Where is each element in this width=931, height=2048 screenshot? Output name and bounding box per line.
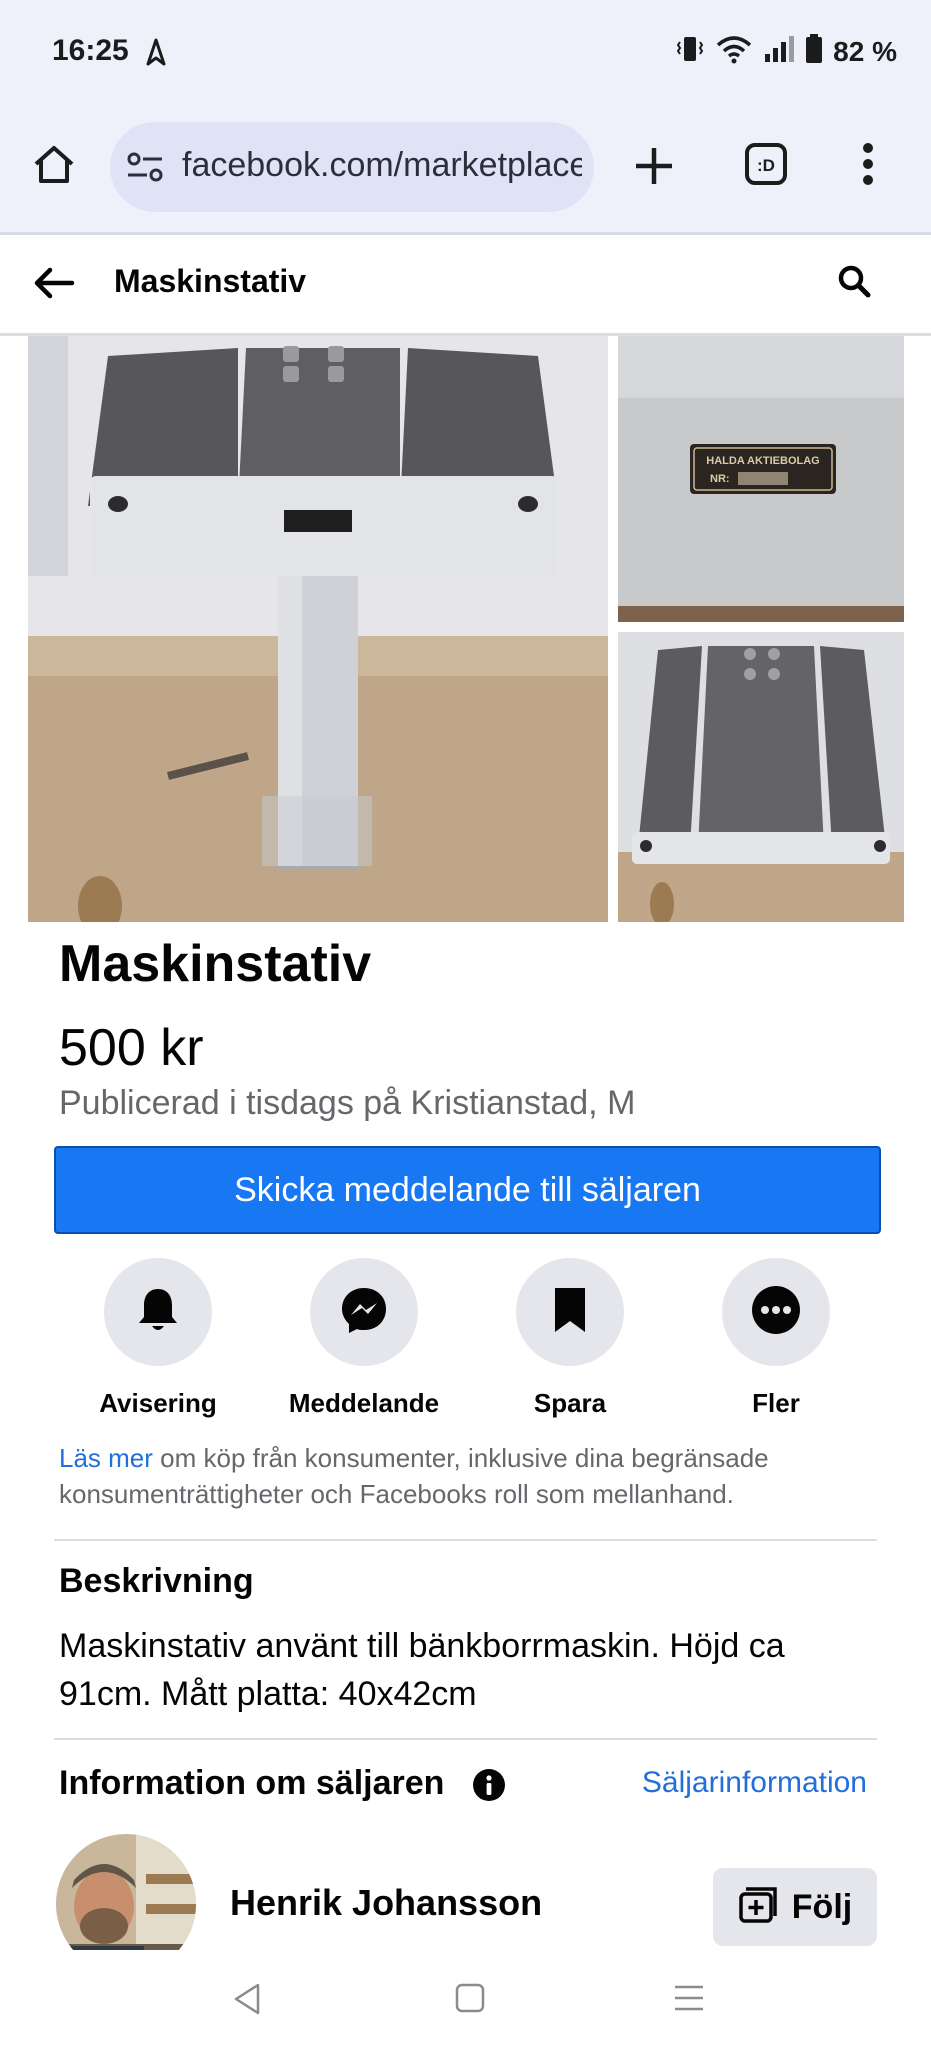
more-menu-icon[interactable] xyxy=(862,142,874,191)
table-top-photo[interactable] xyxy=(618,632,904,922)
system-navigation-bar xyxy=(0,1950,931,2048)
battery-icon xyxy=(805,34,823,69)
status-bar: 16:25 82 % xyxy=(0,0,931,104)
svg-text::D: :D xyxy=(757,156,775,175)
more-icon xyxy=(750,1284,802,1341)
vibrate-icon xyxy=(675,34,705,69)
browser-toolbar: facebook.com/marketplace :D xyxy=(0,104,931,235)
info-icon[interactable] xyxy=(472,1768,506,1807)
seller-info-link[interactable]: Säljarinformation xyxy=(642,1766,867,1800)
bell-icon xyxy=(134,1285,182,1340)
status-icons: 82 % xyxy=(675,34,897,69)
description-heading: Beskrivning xyxy=(59,1562,254,1600)
nav-home-icon[interactable] xyxy=(454,1982,486,2019)
seller-info-heading: Information om säljaren xyxy=(59,1764,445,1802)
more-action-circle[interactable] xyxy=(722,1258,830,1366)
home-icon[interactable] xyxy=(32,142,76,191)
description-text: Maskinstativ använt till bänkborrmaskin.… xyxy=(59,1627,785,1713)
save-action[interactable]: Spara xyxy=(470,1258,670,1419)
follow-icon xyxy=(738,1886,778,1929)
save-action-label: Spara xyxy=(533,1388,607,1418)
message-action-label: Meddelande xyxy=(288,1388,440,1418)
notify-action-label: Avisering xyxy=(99,1388,217,1418)
status-time: 16:25 xyxy=(52,34,129,67)
tab-switcher-icon[interactable]: :D xyxy=(744,142,788,191)
consumer-rights-text: om köp från konsumenter, inklusive dina … xyxy=(59,1443,769,1509)
messenger-icon xyxy=(338,1284,390,1341)
message-action[interactable]: Meddelande xyxy=(264,1258,464,1419)
wifi-icon xyxy=(715,34,753,69)
follow-button[interactable]: Följ xyxy=(713,1868,877,1946)
signal-icon xyxy=(763,34,795,69)
marketplace-header: Maskinstativ xyxy=(0,235,931,336)
battery-percentage: 82 % xyxy=(833,35,897,67)
header-title: Maskinstativ xyxy=(114,263,307,299)
site-settings-icon[interactable] xyxy=(126,150,164,189)
save-action-circle[interactable] xyxy=(516,1258,624,1366)
listing-title: Maskinstativ xyxy=(59,935,372,993)
follow-label: Följ xyxy=(791,1887,853,1926)
new-tab-icon[interactable] xyxy=(632,144,676,193)
navigation-arrow-icon xyxy=(146,38,166,71)
notify-action-circle[interactable] xyxy=(104,1258,212,1366)
search-icon[interactable] xyxy=(836,263,872,304)
machine-stand-photo[interactable] xyxy=(28,336,608,922)
divider xyxy=(54,1738,877,1740)
nameplate-company-text: HALDA AKTIEBOLAG xyxy=(706,455,819,467)
nameplate-closeup-photo[interactable]: HALDA AKTIEBOLAG NR: xyxy=(618,336,904,622)
seller-name[interactable]: Henrik Johansson xyxy=(230,1882,542,1924)
address-bar[interactable]: facebook.com/marketplace xyxy=(110,122,594,212)
message-action-circle[interactable] xyxy=(310,1258,418,1366)
nav-back-icon[interactable] xyxy=(232,1982,262,2021)
read-more-link[interactable]: Läs mer xyxy=(59,1443,153,1473)
listing-price: 500 kr xyxy=(59,1019,204,1077)
message-seller-button[interactable]: Skicka meddelande till säljaren xyxy=(54,1146,881,1234)
nav-recents-icon[interactable] xyxy=(672,1982,706,2019)
notify-action[interactable]: Avisering xyxy=(58,1258,258,1419)
divider xyxy=(54,1539,877,1541)
url-text[interactable]: facebook.com/marketplace xyxy=(182,146,582,185)
more-action[interactable]: Fler xyxy=(676,1258,876,1419)
more-action-label: Fler xyxy=(752,1388,800,1418)
listing-meta: Publicerad i tisdags på Kristianstad, M xyxy=(59,1084,636,1122)
back-arrow-icon[interactable] xyxy=(32,261,76,310)
action-row: Avisering Meddelande Spara Fler xyxy=(54,1258,877,1418)
nameplate-number-label: NR: xyxy=(710,473,730,485)
consumer-rights-note: Läs mer om köp från konsumenter, inklusi… xyxy=(59,1440,859,1512)
bookmark-icon xyxy=(551,1284,589,1341)
